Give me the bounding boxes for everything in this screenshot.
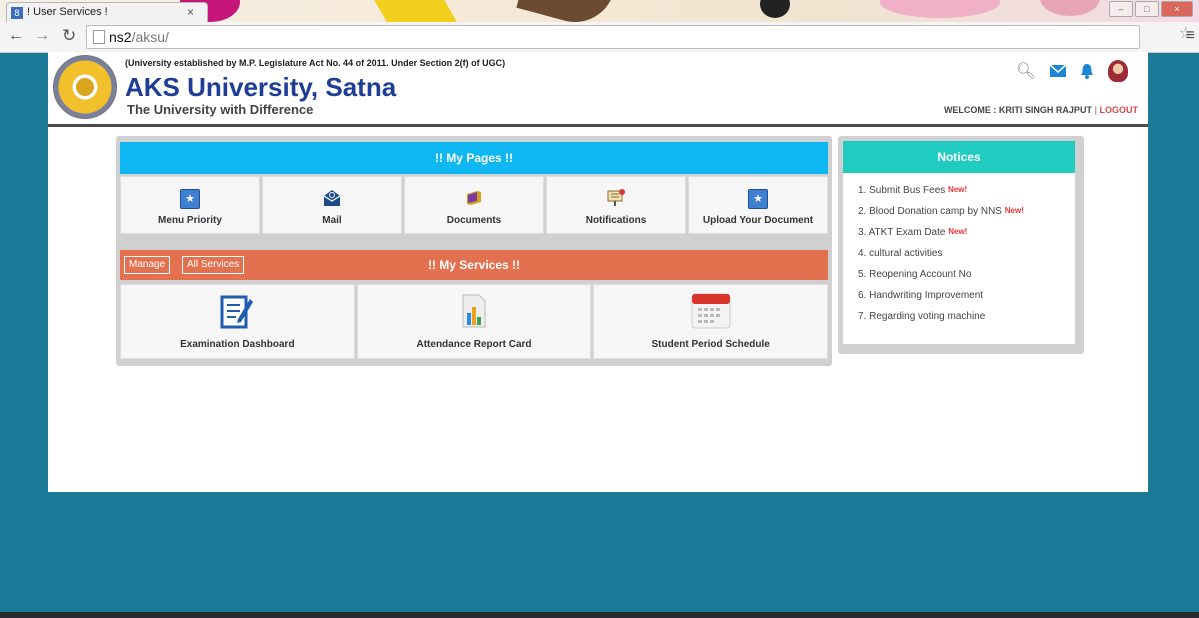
notice-item[interactable]: 5. Reopening Account No [858,269,1024,290]
maximize-icon[interactable]: □ [1135,1,1159,17]
forward-arrow-icon[interactable]: → [34,27,50,45]
window-close-icon[interactable]: × [1161,1,1193,17]
bell-icon[interactable] [1080,63,1094,79]
notice-item[interactable]: 2. Blood Donation camp by NNS New! [858,206,1024,227]
service-card-examination-dashboard[interactable]: Examination Dashboard [120,284,355,359]
browser-toolbar: ← → ↻ ns2/aksu/ ☆ [0,22,1199,53]
star-box-icon: ★ [748,189,768,209]
new-badge: New! [1004,206,1024,215]
page-icon [93,30,105,44]
notice-text: 6. Handwriting Improvement [858,290,984,301]
separator: | [1094,105,1097,115]
welcome-text: WELCOME : KRITI SINGH RAJPUT [943,105,1092,115]
tagline: The University with Difference [127,102,314,117]
header-divider [48,124,1148,127]
browser-tab[interactable]: 8 ! User Services ! × [6,2,208,22]
service-card-student-period-schedule[interactable]: Student Period Schedule [593,284,829,359]
notice-board-icon [607,189,625,206]
notice-text: 5. Reopening Account No [858,269,972,280]
browser-tab-strip: 8 ! User Services ! × – □ × [0,0,1199,22]
service-card-label: Student Period Schedule [651,339,770,350]
manage-button[interactable]: Manage [124,256,171,274]
page-card-label: Mail [322,215,342,226]
my-services-row: Examination Dashboard Attendance Report … [120,284,829,359]
notices-list: 1. Submit Bus Fees New! 2. Blood Donatio… [858,185,1024,332]
tab-close-icon[interactable]: × [187,5,194,19]
envelope-icon [323,190,341,206]
decorative-shape [880,0,1000,18]
service-card-label: Attendance Report Card [416,339,532,350]
reload-icon[interactable]: ↻ [62,26,76,46]
my-pages-title: !! My Pages !! [120,142,828,174]
tab-favicon: 8 [11,7,23,19]
back-arrow-icon[interactable]: ← [8,27,24,45]
page-card-label: Notifications [585,215,647,226]
decorative-shape [368,0,462,22]
browser-menu-icon[interactable]: ≡ [1186,27,1195,45]
address-bar[interactable]: ns2/aksu/ [86,25,1140,49]
bar-chart-icon [462,294,486,328]
service-card-label: Examination Dashboard [180,339,295,350]
page-card-label: Upload Your Document [702,215,814,226]
mail-icon[interactable] [1050,64,1066,78]
main-panel: !! My Pages !! ★ Menu Priority Mail Docu… [116,136,832,366]
url-path: /aksu/ [131,29,169,45]
decorative-shape [1040,0,1100,16]
header-icons: 🔍︎ [1016,60,1128,82]
notices-panel: Notices 1. Submit Bus Fees New! 2. Blood… [838,136,1084,354]
university-name: AKS University, Satna [125,72,397,102]
notice-item[interactable]: 4. cultural activities [858,248,1024,269]
folder-icon [467,191,481,205]
calendar-icon [691,293,731,329]
notice-item[interactable]: 3. ATKT Exam Date New! [858,227,1024,248]
page-card-upload-document[interactable]: ★ Upload Your Document [688,176,828,234]
page-content: (University established by M.P. Legislat… [48,52,1148,492]
notice-text: 2. Blood Donation camp by NNS [858,206,1002,217]
page-card-mail[interactable]: Mail [262,176,402,234]
taskbar-edge [0,612,1199,618]
page-card-menu-priority[interactable]: ★ Menu Priority [120,176,260,234]
page-card-label: Documents [446,215,502,226]
logo-emblem [76,78,94,96]
notice-text: 3. ATKT Exam Date [858,227,946,238]
new-badge: New! [948,227,968,236]
my-pages-row: ★ Menu Priority Mail Documents Notificat… [120,176,828,234]
service-card-attendance-report[interactable]: Attendance Report Card [356,284,592,359]
notice-item[interactable]: 1. Submit Bus Fees New! [858,185,1024,206]
notices-title: Notices [843,141,1075,173]
page-card-documents[interactable]: Documents [404,176,544,234]
notices-box: Notices 1. Submit Bus Fees New! 2. Blood… [843,141,1075,344]
welcome-bar: WELCOME : KRITI SINGH RAJPUT | LOGOUT [944,105,1138,115]
notice-text: 1. Submit Bus Fees [858,185,946,196]
decorative-shape [760,0,790,18]
minimize-icon[interactable]: – [1109,1,1133,17]
university-logo [53,55,117,119]
edit-document-icon [220,295,254,329]
page-card-label: Menu Priority [158,215,222,226]
star-box-icon: ★ [180,189,200,209]
establishment-text: (University established by M.P. Legislat… [125,58,506,68]
url-host: ns2 [109,29,132,45]
notice-item[interactable]: 6. Handwriting Improvement [858,290,1024,311]
all-services-button[interactable]: All Services [182,256,245,274]
decorative-shape [516,0,614,22]
logout-link[interactable]: LOGOUT [1100,105,1139,115]
page-card-notifications[interactable]: Notifications [546,176,686,234]
notice-text: 4. cultural activities [858,248,943,259]
url-text: ns2/aksu/ [109,29,169,45]
avatar[interactable] [1108,60,1128,82]
search-icon[interactable]: 🔍︎ [1016,61,1036,81]
notice-item[interactable]: 7. Regarding voting machine [858,311,1024,332]
my-services-bar: !! My Services !! Manage All Services [120,250,828,280]
new-badge: New! [948,185,968,194]
notice-text: 7. Regarding voting machine [858,311,986,322]
window-controls: – □ × [1109,1,1193,17]
tab-title: ! User Services ! [27,6,108,18]
